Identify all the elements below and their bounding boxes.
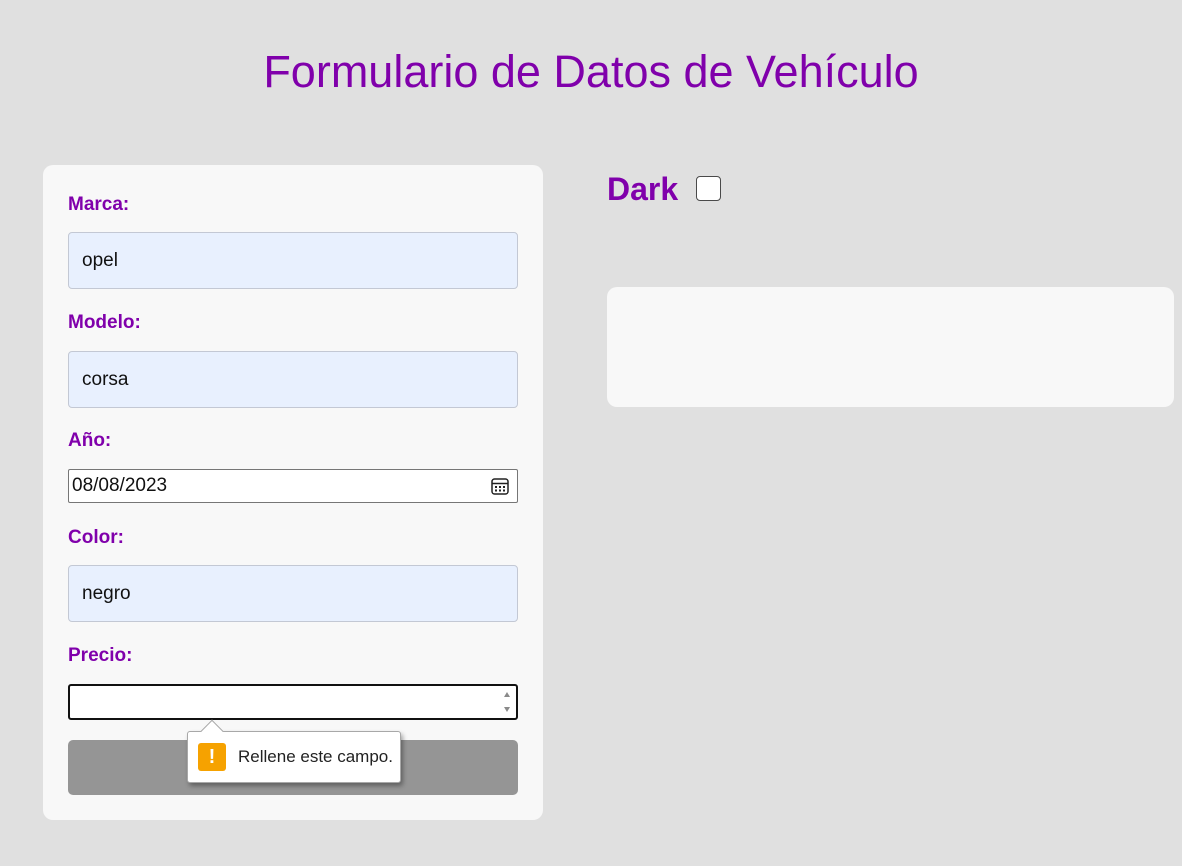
- warning-icon: !: [198, 743, 226, 771]
- spin-up-icon[interactable]: [504, 692, 510, 697]
- tooltip-message: Rellene este campo.: [238, 747, 393, 766]
- vehicle-form: Marca: opel Modelo: corsa Año: 08/08/202…: [43, 165, 543, 820]
- calendar-icon[interactable]: [486, 472, 514, 500]
- modelo-input[interactable]: corsa: [68, 351, 518, 408]
- color-label: Color:: [68, 527, 124, 548]
- color-value: negro: [82, 582, 131, 604]
- dark-mode-label: Dark: [607, 171, 679, 207]
- anio-value: 08/08/2023: [72, 475, 168, 496]
- precio-label: Precio:: [68, 645, 133, 666]
- color-input[interactable]: negro: [68, 565, 518, 622]
- dark-mode-checkbox[interactable]: [696, 176, 721, 201]
- marca-input[interactable]: opel: [68, 232, 518, 289]
- marca-value: opel: [82, 249, 118, 271]
- precio-number-input[interactable]: [68, 684, 518, 720]
- anio-label: Año:: [68, 430, 112, 451]
- anio-date-input[interactable]: 08/08/2023: [68, 469, 518, 503]
- spin-down-icon[interactable]: [504, 707, 510, 712]
- modelo-label: Modelo:: [68, 312, 141, 333]
- precio-spinner[interactable]: [501, 689, 513, 715]
- marca-label: Marca:: [68, 194, 130, 215]
- validation-tooltip: ! Rellene este campo.: [187, 719, 401, 783]
- page-title: Formulario de Datos de Vehículo: [263, 46, 919, 97]
- modelo-value: corsa: [82, 368, 129, 390]
- result-panel: [607, 287, 1174, 407]
